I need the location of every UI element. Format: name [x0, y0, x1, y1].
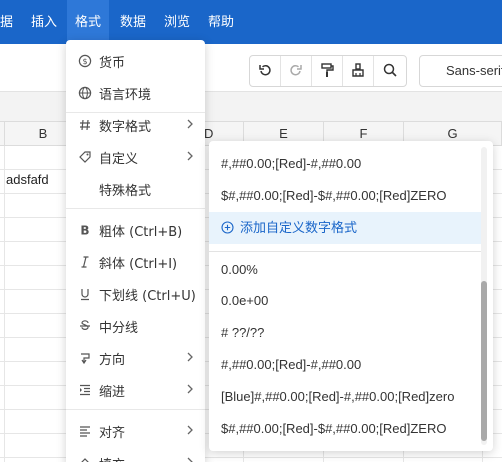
menu-item-direction[interactable]: 方向 [66, 343, 205, 373]
align-icon [77, 423, 93, 439]
custom-format-option[interactable]: #,##0.00;[Red]-#,##0.00 [209, 148, 483, 180]
redo-button[interactable] [281, 56, 312, 86]
chevron-right-icon [184, 456, 196, 462]
svg-text:$: $ [82, 57, 87, 66]
menu-item-underline[interactable]: 下划线 (Ctrl+U) [66, 279, 205, 309]
italic-icon [77, 254, 93, 270]
search-icon [382, 62, 398, 81]
chevron-right-icon [184, 383, 196, 395]
indent-icon [77, 382, 93, 398]
tag-icon [77, 149, 93, 165]
font-family-select[interactable]: Sans-serif [419, 55, 502, 87]
custom-format-option[interactable]: 0.0e+00 [209, 285, 483, 317]
chevron-right-icon [184, 424, 196, 436]
menu-help[interactable]: 帮助 [208, 0, 238, 44]
menu-item-special-format[interactable]: 特殊格式 [66, 174, 205, 204]
hash-icon [77, 117, 93, 133]
chevron-right-icon [184, 150, 196, 162]
custom-format-option[interactable]: # ??/?? [209, 317, 483, 349]
strikethrough-icon [77, 318, 93, 334]
menu-data-partial[interactable]: 据 [0, 0, 14, 44]
menu-divider [66, 208, 205, 209]
menubar: 据 插入 格式 数据 浏览 帮助 [0, 0, 502, 44]
cell-b2[interactable]: adsfafd [6, 172, 49, 187]
chevron-right-icon [184, 118, 196, 130]
bold-icon: B [77, 222, 93, 238]
custom-format-option[interactable]: 0.00% [209, 254, 483, 286]
custom-format-option[interactable]: $#,##0.00;[Red]-$#,##0.00;[Red]ZERO [209, 413, 483, 445]
custom-format-option[interactable]: $#,##0.00;[Red]-$#,##0.00;[Red]ZERO [209, 180, 483, 212]
globe-icon [77, 85, 93, 101]
toolbar-button-group [249, 55, 407, 87]
undo-icon [257, 62, 273, 81]
add-custom-format-label: 添加自定义数字格式 [240, 220, 358, 235]
svg-text:B: B [80, 224, 89, 238]
fill-icon [77, 455, 93, 462]
menu-format[interactable]: 格式 [67, 0, 109, 44]
custom-format-submenu: #,##0.00;[Red]-#,##0.00 $#,##0.00;[Red]-… [209, 141, 493, 451]
custom-format-option[interactable]: #,##0.00;[Red]-#,##0.00 [209, 349, 483, 381]
add-custom-format-button[interactable]: 添加自定义数字格式 [209, 212, 483, 244]
menu-item-bold[interactable]: B 粗体 (Ctrl+B) [66, 215, 205, 245]
menu-item-currency[interactable]: $ 货币 [66, 46, 205, 76]
menu-item-italic[interactable]: 斜体 (Ctrl+I) [66, 247, 205, 277]
menu-item-custom[interactable]: 自定义 [66, 142, 205, 172]
menu-insert[interactable]: 插入 [31, 0, 61, 44]
underline-icon [77, 286, 93, 302]
menu-divider [66, 409, 205, 410]
custom-format-option[interactable]: [Blue]#,##0.00;[Red]-#,##0.00;[Red]zero [209, 381, 483, 413]
redo-icon [288, 62, 304, 81]
menu-item-number-format[interactable]: 数字格式 [66, 110, 205, 140]
add-circle-icon [221, 221, 234, 234]
menu-item-fill[interactable]: 填充 [66, 448, 205, 462]
undo-button[interactable] [250, 56, 281, 86]
submenu-scrollbar-thumb[interactable] [481, 281, 487, 441]
menu-view[interactable]: 浏览 [164, 0, 194, 44]
submenu-divider [209, 251, 483, 252]
currency-icon: $ [77, 53, 93, 69]
menu-item-indent[interactable]: 缩进 [66, 375, 205, 405]
clear-format-button[interactable] [343, 56, 374, 86]
menu-data[interactable]: 数据 [120, 0, 150, 44]
menu-item-align[interactable]: 对齐 [66, 416, 205, 446]
paint-format-button[interactable] [312, 56, 343, 86]
menu-item-locale[interactable]: 语言环境 [66, 78, 205, 108]
format-menu: $ 货币 语言环境 数字格式 自定义 特殊格式 B 粗体 (Ctrl+B) 斜体… [66, 40, 205, 462]
direction-icon [77, 350, 93, 366]
paint-format-icon [319, 62, 335, 81]
menu-item-strikethrough[interactable]: 中分线 [66, 311, 205, 341]
chevron-right-icon [184, 351, 196, 363]
search-button[interactable] [374, 56, 405, 86]
clear-format-icon [350, 62, 366, 81]
